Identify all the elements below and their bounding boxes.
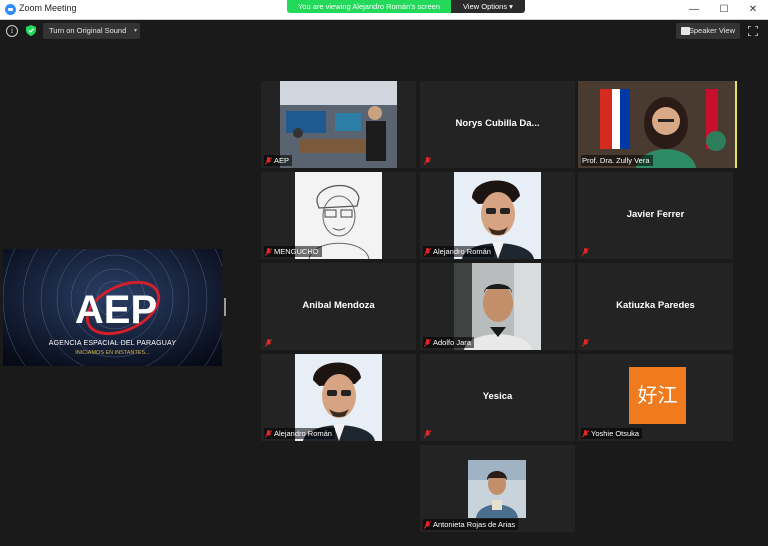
participant-name-label: Prof. Dra. Zully Vera [581,155,653,166]
mic-muted-icon [424,248,431,256]
participant-tile[interactable]: Anibal Mendoza [261,263,416,350]
participant-name-label: Yoshie Otsuka [581,428,643,439]
participant-video [280,81,397,168]
participant-name-label: Alejandro Román [423,246,494,257]
participant-center-name: Norys Cubilla Da... [455,118,540,129]
participant-center-name: Yesica [482,391,513,402]
mic-muted-icon [424,430,431,438]
participant-name: MENGUCHO [274,247,319,256]
mic-muted-icon [582,339,589,347]
participant-name: Prof. Dra. Zully Vera [582,156,650,165]
mic-muted-icon [265,430,272,438]
share-subtitle: INICIAMOS EN INSTANTES... [75,350,150,356]
zoom-logo-icon [5,4,16,15]
speaker-view-label: Speaker View [688,26,735,35]
participant-tile[interactable]: Antonieta Rojas de Arias [420,445,575,532]
panel-resize-handle[interactable] [224,298,226,316]
participant-tile[interactable]: Alejandro Román [261,354,416,441]
participant-name: Adolfo Jara [433,338,471,347]
viewing-screen-banner: You are viewing Alejandro Román's screen [287,0,451,13]
mic-muted-icon [265,248,272,256]
participant-name: Antonieta Rojas de Arias [433,520,516,529]
aep-logo-text: AEP [75,288,157,332]
meeting-info-icon[interactable]: i [6,25,18,37]
participant-tile[interactable]: Yesica [420,354,575,441]
participant-tile[interactable]: Alejandro Román [420,172,575,259]
share-org-name: AGENCIA ESPACIAL DEL PARAGUAY [48,340,177,347]
mic-muted-icon [265,157,272,165]
window-title: Zoom Meeting [19,3,77,13]
participant-center-name: Katiuzka Paredes [616,300,695,311]
participant-name-label: Antonieta Rojas de Arias [423,519,519,530]
maximize-button[interactable]: ☐ [709,0,739,19]
participant-name-label: Adolfo Jara [423,337,474,348]
view-grid-icon [681,27,690,35]
mic-muted-icon [424,157,431,165]
participant-center-name: Javier Ferrer [626,209,685,220]
fullscreen-icon[interactable] [748,26,758,36]
participant-tile[interactable]: Adolfo Jara [420,263,575,350]
participant-name: Alejandro Román [274,429,332,438]
participant-name-label: Alejandro Román [264,428,335,439]
participant-video [468,460,526,518]
participant-name: Alejandro Román [433,247,491,256]
view-options-button[interactable]: View Options ▾ [451,0,525,13]
mic-muted-icon [424,339,431,347]
video-aep-room [280,81,397,168]
participant-center-name: Anibal Mendoza [302,300,375,311]
participant-tile[interactable]: MENGUCHO [261,172,416,259]
participant-name-label: AEP [264,155,293,166]
participant-tile[interactable]: AEP [261,81,416,168]
participant-tile[interactable]: Javier Ferrer [578,172,733,259]
participant-name: AEP [274,156,290,165]
participant-mute-indicator [423,428,436,439]
participant-tile[interactable]: Katiuzka Paredes [578,263,733,350]
aep-logo: AEP [75,281,161,336]
participant-mute-indicator [423,155,436,166]
video-antonieta-rojas [468,460,526,518]
participant-name: Yoshie Otsuka [591,429,640,438]
minimize-button[interactable]: — [679,0,709,19]
participant-avatar: 好江 [629,367,686,424]
speaker-view-button[interactable]: Speaker View [676,23,740,39]
participant-mute-indicator [581,246,594,257]
participant-name-label: MENGUCHO [264,246,322,257]
participant-tile[interactable]: Norys Cubilla Da... [420,81,575,168]
participant-tile[interactable]: 好江 Yoshie Otsuka [578,354,733,441]
mic-muted-icon [582,248,589,256]
close-button[interactable]: ✕ [738,0,768,19]
participant-mute-indicator [581,337,594,348]
mic-muted-icon [265,339,272,347]
participant-mute-indicator [264,337,277,348]
original-sound-button[interactable]: Turn on Original Sound ▾ [43,23,140,39]
shared-screen[interactable]: AEP AGENCIA ESPACIAL DEL PARAGUAY INICIA… [3,249,222,366]
participant-tile[interactable]: Prof. Dra. Zully Vera [578,81,737,168]
original-sound-label: Turn on Original Sound [49,26,127,35]
mic-muted-icon [424,521,431,529]
mic-muted-icon [582,430,589,438]
chevron-down-icon[interactable]: ▾ [134,23,137,39]
encryption-shield-icon[interactable] [26,25,36,36]
